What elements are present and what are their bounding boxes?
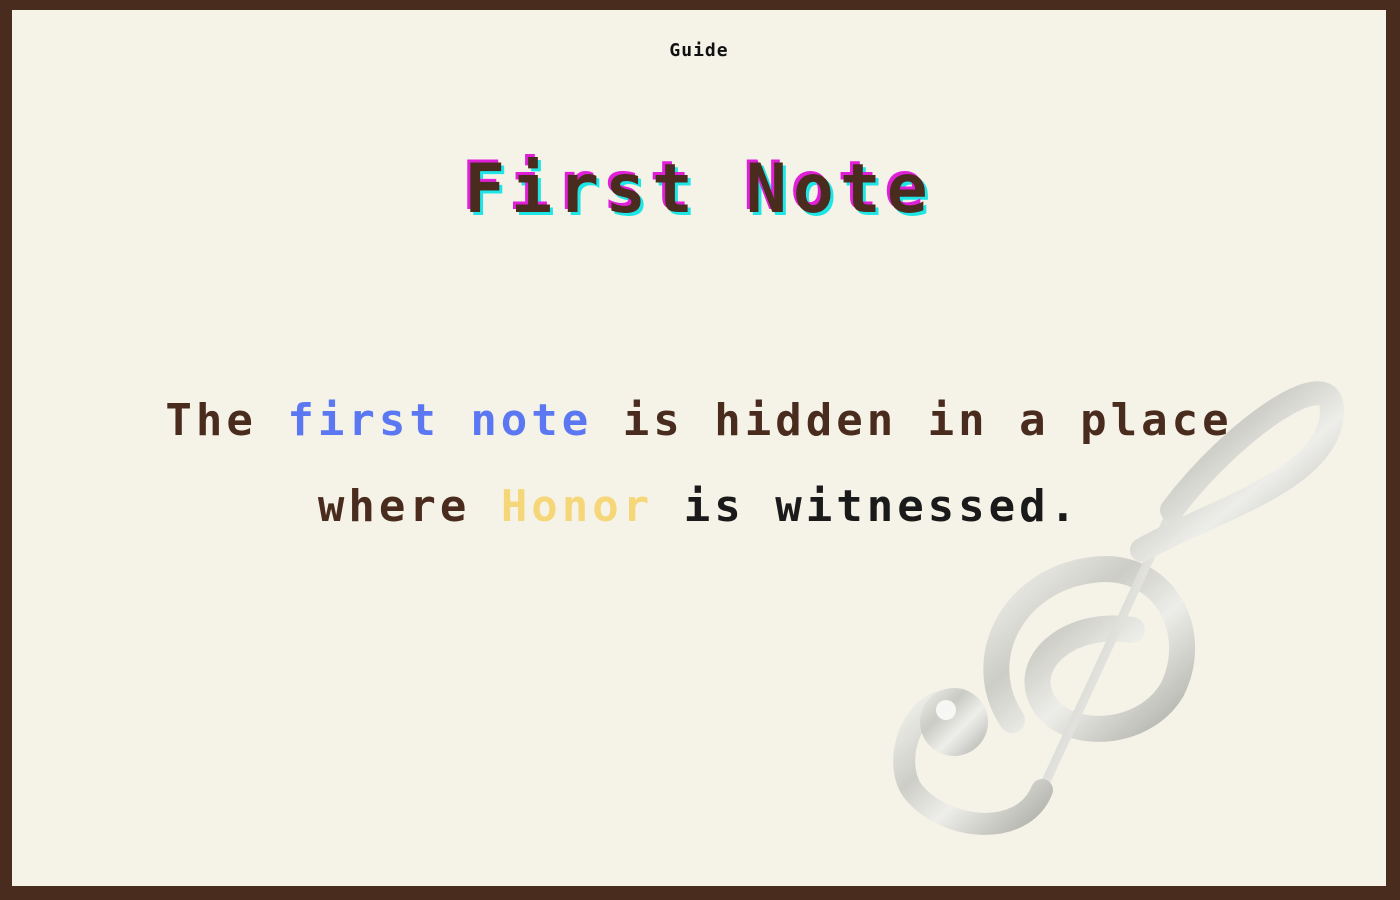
hint-text: is hidden in a place [592, 395, 1233, 446]
hint-message: The first note is hidden in a place wher… [12, 378, 1386, 550]
page-title: First Note [464, 150, 934, 229]
hint-text: where [317, 481, 501, 532]
hint-text: The [165, 395, 288, 446]
hint-line-2: where Honor is witnessed. [12, 464, 1386, 550]
highlight-honor: Honor [500, 481, 654, 532]
highlight-first-note: first note [287, 395, 593, 446]
hint-text: is witnessed. [653, 481, 1081, 532]
hint-line-1: The first note is hidden in a place [12, 378, 1386, 464]
page-frame: Guide First Note The first note is hidde… [12, 10, 1386, 886]
guide-label: Guide [669, 40, 729, 61]
